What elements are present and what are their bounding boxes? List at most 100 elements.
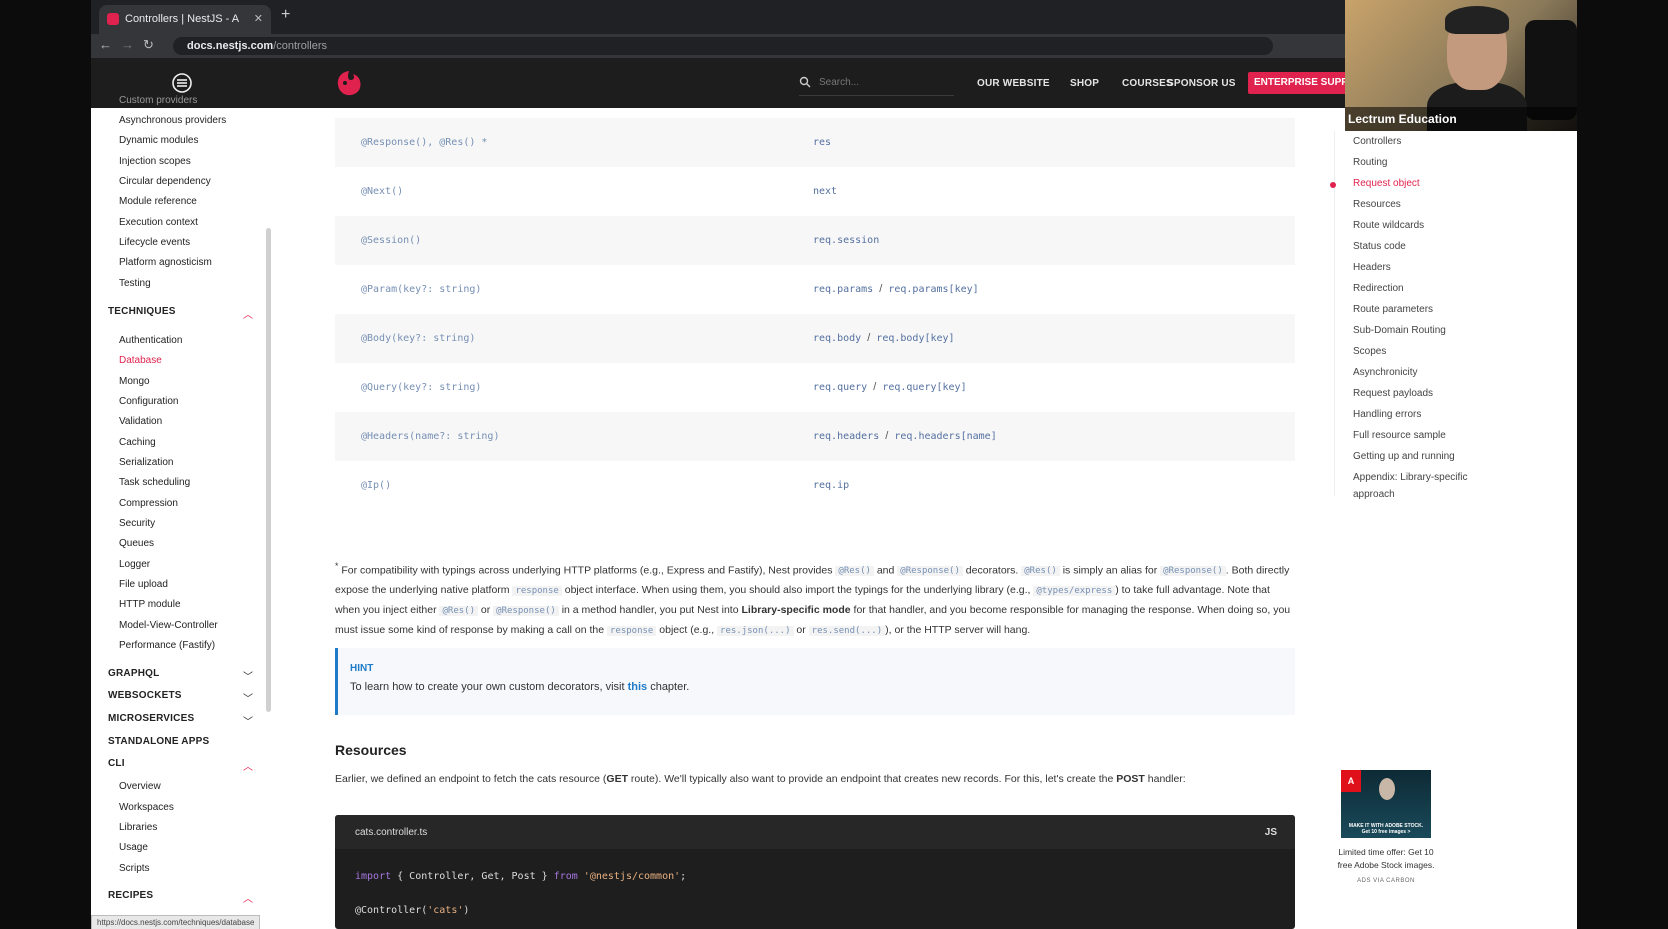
sidebar-item[interactable]: Usage: [119, 842, 148, 853]
sidebar-item[interactable]: Mongo: [119, 376, 150, 387]
toc-item[interactable]: Scopes: [1353, 346, 1386, 357]
nav-our-website[interactable]: OUR WEBSITE: [977, 78, 1050, 89]
plus-icon[interactable]: +: [281, 6, 290, 24]
sidebar-item[interactable]: Task scheduling: [119, 477, 190, 488]
decorator-cell: @Headers(name?: string): [361, 431, 500, 442]
sidebar-item[interactable]: Caching: [119, 437, 156, 448]
section-techniques[interactable]: TECHNIQUES: [108, 306, 176, 317]
hamburger-icon[interactable]: [171, 72, 193, 94]
sidebar-item[interactable]: Workspaces: [119, 802, 174, 813]
sidebar-item-database[interactable]: Database: [119, 355, 162, 366]
sidebar-item[interactable]: Serialization: [119, 457, 173, 468]
ad-text[interactable]: Limited time offer: Get 10 free Adobe St…: [1331, 846, 1441, 872]
sidebar-item[interactable]: Platform agnosticism: [119, 257, 212, 268]
carbon-ad[interactable]: A MAKE IT WITH ADOBE STOCK. Get 10 free i…: [1331, 770, 1441, 884]
nav-sponsor-us[interactable]: SPONSOR US: [1167, 78, 1236, 89]
sidebar-item[interactable]: Module reference: [119, 196, 197, 207]
toc-item[interactable]: Status code: [1353, 241, 1406, 252]
toc-item[interactable]: Controllers: [1353, 136, 1401, 147]
toc-item[interactable]: Routing: [1353, 157, 1387, 168]
ad-image[interactable]: A MAKE IT WITH ADOBE STOCK. Get 10 free i…: [1341, 770, 1431, 838]
table-row: @Body(key?: string) req.body / req.body[…: [335, 314, 1295, 363]
sidebar-item[interactable]: Performance (Fastify): [119, 640, 215, 651]
back-icon[interactable]: ←: [99, 37, 112, 52]
table-row: @Ip() req.ip: [335, 461, 1295, 510]
object-cell: req.query / req.query[key]: [813, 363, 967, 412]
toc-item[interactable]: Route wildcards: [1353, 220, 1424, 231]
sidebar-item[interactable]: Testing: [119, 278, 151, 289]
sidebar-item[interactable]: Model-View-Controller: [119, 620, 218, 631]
section-microservices[interactable]: MICROSERVICES: [108, 713, 194, 724]
chevron-down-icon[interactable]: ﹀: [243, 668, 253, 683]
chevron-up-icon[interactable]: ︿: [243, 306, 253, 321]
toc-item[interactable]: Getting up and running: [1353, 451, 1455, 462]
chevron-down-icon[interactable]: ﹀: [243, 690, 253, 705]
browser-tab[interactable]: Controllers | NestJS - A progre ✕: [99, 5, 271, 54]
sidebar-item[interactable]: Validation: [119, 416, 162, 427]
section-cli[interactable]: CLI: [108, 758, 125, 769]
toc-item[interactable]: Headers: [1353, 262, 1391, 273]
chevron-up-icon[interactable]: ︿: [243, 758, 253, 773]
sidebar-item[interactable]: Libraries: [119, 822, 157, 833]
sidebar-item[interactable]: Compression: [119, 498, 178, 509]
sidebar-item[interactable]: Dynamic modules: [119, 135, 198, 146]
sidebar-item[interactable]: Injection scopes: [119, 156, 191, 167]
toc-item[interactable]: Full resource sample: [1353, 430, 1446, 441]
toc-item[interactable]: Route parameters: [1353, 304, 1433, 315]
nestjs-logo-icon[interactable]: [335, 68, 363, 98]
toc-item[interactable]: Asynchronicity: [1353, 367, 1417, 378]
toc-item-active[interactable]: Request object: [1353, 178, 1420, 189]
webcam-caption: Lectrum Education: [1345, 107, 1577, 131]
nav-shop[interactable]: SHOP: [1070, 78, 1099, 89]
toc-item[interactable]: Handling errors: [1353, 409, 1421, 420]
reload-icon[interactable]: ↻: [143, 37, 154, 53]
sidebar-item[interactable]: Security: [119, 518, 155, 529]
docs-sidebar: Custom providers Asynchronous providers …: [91, 95, 273, 929]
section-standalone-apps[interactable]: STANDALONE APPS: [108, 736, 209, 747]
url-field[interactable]: docs.nestjs.com/controllers: [173, 37, 1273, 55]
sidebar-item[interactable]: File upload: [119, 579, 168, 590]
code-header: cats.controller.ts JS: [335, 815, 1295, 849]
sidebar-item[interactable]: Circular dependency: [119, 176, 211, 187]
toc-item[interactable]: Request payloads: [1353, 388, 1433, 399]
sidebar-item[interactable]: Scripts: [119, 863, 150, 874]
toc-item[interactable]: Redirection: [1353, 283, 1404, 294]
sidebar-item[interactable]: Overview: [119, 781, 161, 792]
nav-courses[interactable]: COURSES: [1122, 78, 1173, 89]
sidebar-item[interactable]: Custom providers: [119, 95, 197, 106]
chevron-down-icon[interactable]: ﹀: [243, 713, 253, 728]
chevron-up-icon[interactable]: ︿: [243, 890, 253, 905]
toc-item[interactable]: Resources: [1353, 199, 1401, 210]
inline-code: @Response(): [1160, 566, 1226, 576]
sidebar-item[interactable]: Logger: [119, 559, 150, 570]
toc-item[interactable]: Appendix: Library-specific: [1353, 472, 1468, 483]
sidebar-item[interactable]: Authentication: [119, 335, 182, 346]
search-input[interactable]: Search...: [799, 73, 954, 96]
language-toggle[interactable]: JS: [1265, 827, 1277, 838]
sidebar-item[interactable]: Lifecycle events: [119, 237, 190, 248]
hint-link[interactable]: this: [628, 681, 648, 693]
sidebar-item[interactable]: Configuration: [119, 396, 178, 407]
ad-image-tagline: MAKE IT WITH ADOBE STOCK. Get 10 free ima…: [1341, 823, 1431, 835]
toc-item[interactable]: Sub-Domain Routing: [1353, 325, 1446, 336]
sidebar-scrollbar[interactable]: [266, 228, 271, 712]
forward-icon[interactable]: →: [121, 37, 134, 52]
close-icon[interactable]: ✕: [254, 5, 263, 34]
section-graphql[interactable]: GRAPHQL: [108, 668, 159, 679]
sidebar-item[interactable]: Execution context: [119, 217, 198, 228]
hint-body: To learn how to create your own custom d…: [350, 681, 689, 693]
sidebar-item[interactable]: Asynchronous providers: [119, 115, 226, 126]
enterprise-support-button[interactable]: ENTERPRISE SUPPOR: [1248, 72, 1353, 94]
section-recipes[interactable]: RECIPES: [108, 890, 153, 901]
section-websockets[interactable]: WEBSOCKETS: [108, 690, 182, 701]
text: and: [873, 564, 898, 576]
sidebar-item[interactable]: Queues: [119, 538, 154, 549]
object-cell: req.headers / req.headers[name]: [813, 412, 997, 461]
inline-code: @types/express: [1033, 586, 1116, 596]
table-row: @Param(key?: string) req.params / req.pa…: [335, 265, 1295, 314]
ad-via[interactable]: ADS VIA CARBON: [1331, 878, 1441, 884]
code-block: cats.controller.ts JS import { Controlle…: [335, 815, 1295, 929]
sidebar-item[interactable]: HTTP module: [119, 599, 181, 610]
toc-item[interactable]: approach: [1353, 489, 1395, 500]
code-filename: cats.controller.ts: [355, 827, 428, 838]
